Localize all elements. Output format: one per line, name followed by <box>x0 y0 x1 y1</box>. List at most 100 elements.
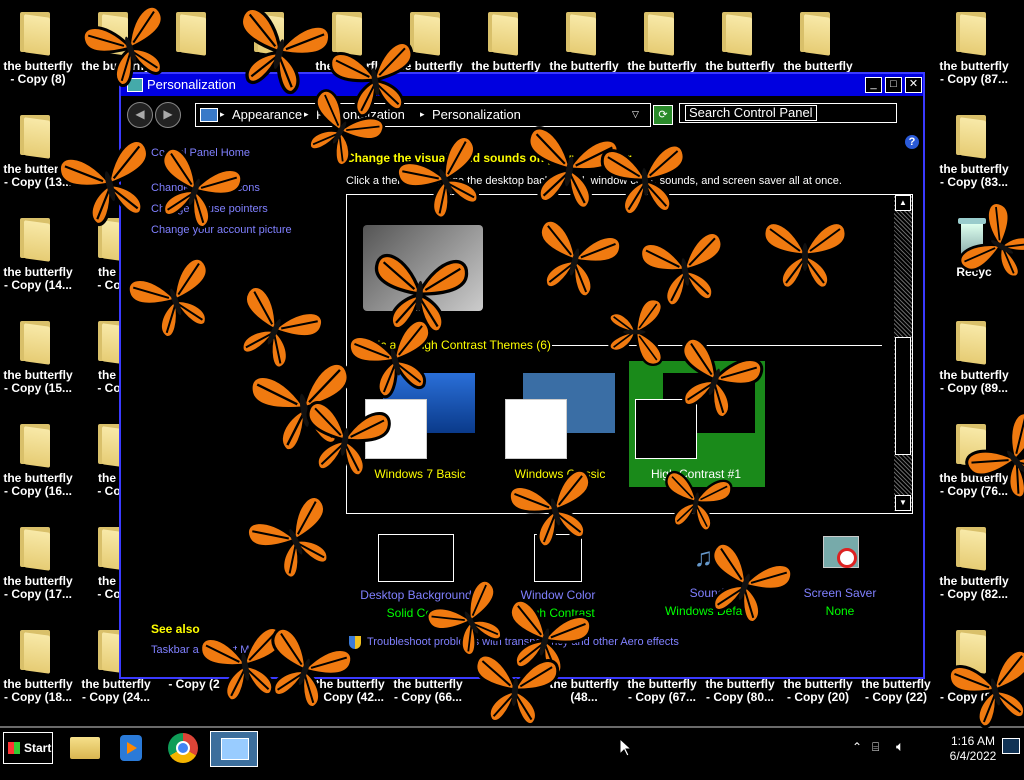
window-color-button[interactable]: Window Color High Contrast <box>493 534 623 620</box>
desktop-item-label: the butterfly - Copy (76... <box>936 472 1012 498</box>
screen-saver-button[interactable]: Screen Saver None <box>775 534 905 618</box>
sidebar-link-account-picture[interactable]: Change your account picture <box>151 224 292 236</box>
network-icon[interactable]: ⌸ <box>872 740 879 780</box>
customize-label: Desktop Background <box>360 588 472 602</box>
folder-icon <box>956 12 986 56</box>
desktop-folder-item[interactable]: the butterfly - Copy (17... <box>0 519 76 607</box>
desktop-folder-item[interactable]: the butterfly - Copy (18... <box>0 622 76 710</box>
desktop-folder-item[interactable]: the butterfly - Copy (14... <box>0 210 76 298</box>
desktop-item-label-line2: - Copy (87... <box>939 72 1008 86</box>
title-bar[interactable]: Personalization _ □ ✕ <box>121 74 923 96</box>
scroll-up-icon[interactable]: ▲ <box>895 195 911 211</box>
themes-scrollbar[interactable]: ▲ ▼ <box>894 195 912 511</box>
themes-list[interactable]: Basic and High Contrast Themes (6) Windo… <box>346 194 913 514</box>
desktop-folder-item[interactable]: the butterfly - Copy (89... <box>936 313 1012 401</box>
back-button[interactable]: ◀ <box>127 102 153 128</box>
desktop-background-button[interactable]: Desktop Background Solid Color <box>351 534 481 620</box>
folder-icon <box>956 630 986 674</box>
folder-icon <box>488 12 518 56</box>
desktop-item-label: the butterfly - Copy (15... <box>0 369 76 395</box>
desktop-item-label-line2: - Copy (76... <box>939 484 1008 498</box>
search-input[interactable]: Search Control Panel <box>679 103 897 123</box>
folder-icon <box>332 12 362 56</box>
folder-icon <box>20 424 50 468</box>
theme-name: Windows 7 Basic <box>374 467 466 481</box>
desktop-folder-item[interactable]: the butterfly - Copy (76... <box>936 416 1012 504</box>
desktop-item-label: the butterfly - Copy (82... <box>936 575 1012 601</box>
desktop-item-label: the butterfly - Copy (42... <box>312 678 388 704</box>
desktop-folder-item[interactable]: the butterfly - Copy (16... <box>0 416 76 504</box>
address-bar[interactable]: ▸ Appearance ▸ Personalization ▸ Persona… <box>195 103 651 127</box>
show-desktop-icon[interactable] <box>1002 738 1020 754</box>
customize-label: Sounds <box>689 586 731 600</box>
folder-icon <box>20 115 50 159</box>
control-panel-icon <box>127 78 143 92</box>
folder-icon <box>20 321 50 365</box>
theme-windows-classic[interactable]: Windows Classic <box>493 363 627 483</box>
desktop-item-label-line2: - Copy (16... <box>3 484 72 498</box>
desktop-item-label: the butterfly - Copy (83... <box>936 163 1012 189</box>
close-button[interactable]: ✕ <box>905 77 922 93</box>
desktop-folder-item[interactable]: the butterfly - Copy (15... <box>0 313 76 401</box>
desktop-item-label-line2: - Copy (24... <box>81 690 150 704</box>
taskbar: Start ⌃ ⌸ 🔈︎ 1:16 AM 6/4/2022 <box>0 726 1024 768</box>
breadcrumb-chevron-icon: ▸ <box>304 109 309 119</box>
desktop-folder-item[interactable]: the - Copy (88... <box>936 622 1012 710</box>
desktop-folder-item[interactable]: the butterfly - Copy (13... <box>0 107 76 195</box>
control-panel-taskbar-button[interactable] <box>210 731 258 767</box>
windows-logo-icon <box>8 742 20 754</box>
desktop-item-label: the butterfly (48... <box>546 678 622 704</box>
maximize-button[interactable]: □ <box>885 77 902 93</box>
chrome-taskbar-button[interactable] <box>164 731 202 765</box>
desktop-item-label-line2: - Copy (13... <box>3 175 72 189</box>
forward-button[interactable]: ▶ <box>155 102 181 128</box>
refresh-button[interactable]: ⟳ <box>653 105 673 125</box>
desktop-item-label: the butterfly - Copy (24... <box>78 678 154 704</box>
sidebar-link-mouse-pointers[interactable]: Change mouse pointers <box>151 203 268 215</box>
sidebar-link-desktop-icons[interactable]: Change desktop icons <box>151 182 260 194</box>
desktop-item-label-line2: - Copy (89... <box>939 381 1008 395</box>
search-placeholder: Search Control Panel <box>685 105 817 121</box>
minimize-button[interactable]: _ <box>865 77 882 93</box>
theme-windows7-basic[interactable]: Windows 7 Basic <box>353 363 487 483</box>
desktop-folder-item[interactable]: the butterfly - Copy (82... <box>936 519 1012 607</box>
address-dropdown-icon[interactable]: ▽ <box>632 104 639 125</box>
customize-value: Solid Color <box>386 606 446 620</box>
scroll-down-icon[interactable]: ▼ <box>895 495 911 511</box>
desktop-item-label-line2: - Copy (14... <box>3 278 72 292</box>
desktop-item-label-line2: - Copy (83... <box>939 175 1008 189</box>
explorer-taskbar-button[interactable] <box>66 731 104 765</box>
media-player-taskbar-button[interactable] <box>112 731 150 765</box>
taskbar-start-menu-link[interactable]: Taskbar and Start Menu <box>151 644 268 656</box>
folder-icon <box>644 12 674 56</box>
desktop-item-label: the butterfly - Copy (16... <box>0 472 76 498</box>
desktop-folder-item[interactable]: the butterfly - Copy (87... <box>936 4 1012 92</box>
volume-icon[interactable]: 🔈︎ <box>896 738 904 778</box>
recycle-bin-desktop-icon[interactable]: Recyc <box>936 210 1012 298</box>
troubleshoot-link[interactable]: Troubleshoot problems with transparency … <box>367 636 679 648</box>
desktop-item-label-line2: - Copy (88... <box>939 690 1008 704</box>
aero-theme-preview[interactable] <box>363 225 483 311</box>
sounds-button[interactable]: ♫♪ Sounds Windows Default <box>645 534 775 618</box>
monitor-icon <box>200 108 218 122</box>
folder-icon <box>800 12 830 56</box>
sidebar-link-control-panel-home[interactable]: Control Panel Home <box>151 147 250 159</box>
desktop-folder-item[interactable]: the butterfly - Copy (83... <box>936 107 1012 195</box>
breadcrumb-chevron-icon: ▸ <box>220 109 225 119</box>
theme-high-contrast-1[interactable]: High Contrast #1 <box>629 361 765 487</box>
breadcrumb-appearance[interactable]: Appearance <box>232 104 302 125</box>
personalization-window: Personalization _ □ ✕ ◀ ▶ ▸ Appearance ▸… <box>119 72 925 679</box>
desktop-item-label: the butterfly - Copy (13... <box>0 163 76 189</box>
desktop-folder-item[interactable]: the butterfly - Copy (8) <box>0 4 76 92</box>
breadcrumb-personalization[interactable]: Personalization <box>316 104 405 125</box>
folder-icon <box>566 12 596 56</box>
tray-chevron-icon[interactable]: ⌃ <box>852 740 862 780</box>
help-icon[interactable]: ? <box>905 135 919 149</box>
breadcrumb-current[interactable]: Personalization <box>432 104 521 125</box>
start-button[interactable]: Start <box>3 732 53 764</box>
desktop-item-label: the butterfly - Copy (8) <box>0 60 76 86</box>
folder-icon <box>956 527 986 571</box>
window-title: Personalization <box>147 77 236 92</box>
scroll-thumb[interactable] <box>895 337 911 455</box>
shield-icon <box>349 636 361 649</box>
